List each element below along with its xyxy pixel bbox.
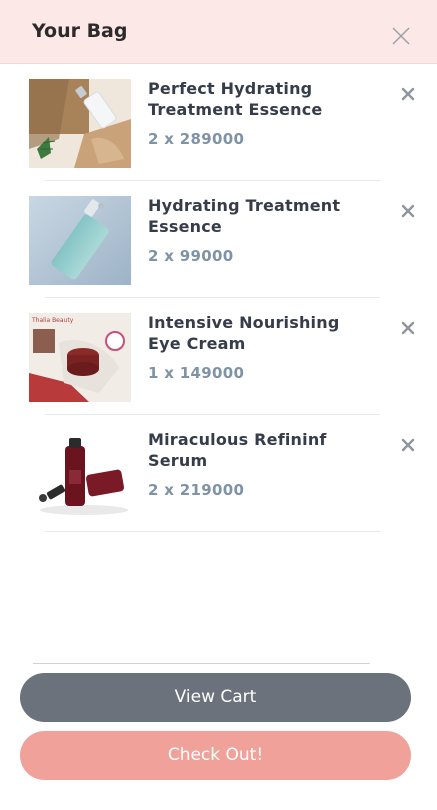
item-name[interactable]: Hydrating Treatment Essence (148, 195, 358, 237)
item-quantity-price: 2 x 289000 (148, 130, 245, 148)
item-name[interactable]: Intensive Nourishing Eye Cream (148, 312, 358, 354)
item-name[interactable]: Miraculous Refininf Serum (148, 429, 358, 471)
view-cart-button[interactable]: View Cart (20, 673, 411, 722)
bag-item: Perfect Hydrating Treatment Essence 2 x … (0, 64, 437, 181)
product-image[interactable] (29, 79, 131, 168)
remove-item-icon[interactable] (401, 86, 415, 101)
item-quantity-price: 1 x 149000 (148, 364, 245, 382)
bag-title: Your Bag (32, 20, 128, 42)
item-name[interactable]: Perfect Hydrating Treatment Essence (148, 78, 358, 120)
checkout-button[interactable]: Check Out! (20, 731, 411, 780)
product-image[interactable] (29, 196, 131, 285)
remove-item-icon[interactable] (401, 320, 415, 335)
item-quantity-price: 2 x 99000 (148, 247, 234, 265)
bag-header: Your Bag (0, 0, 437, 64)
bag-item: Thalia Beauty Intensive Nourishing Eye C… (0, 298, 437, 415)
item-divider (45, 531, 380, 532)
footer-divider (33, 663, 370, 664)
close-icon[interactable] (391, 26, 411, 46)
product-image[interactable] (29, 430, 131, 519)
product-image[interactable]: Thalia Beauty (29, 313, 131, 402)
bag-item: Hydrating Treatment Essence 2 x 99000 (0, 181, 437, 298)
bag-items-list: Perfect Hydrating Treatment Essence 2 x … (0, 64, 437, 532)
remove-item-icon[interactable] (401, 437, 415, 452)
bag-item: Miraculous Refininf Serum 2 x 219000 (0, 415, 437, 532)
item-quantity-price: 2 x 219000 (148, 481, 245, 499)
brand-logo-text: Thalia Beauty (31, 317, 74, 324)
remove-item-icon[interactable] (401, 203, 415, 218)
